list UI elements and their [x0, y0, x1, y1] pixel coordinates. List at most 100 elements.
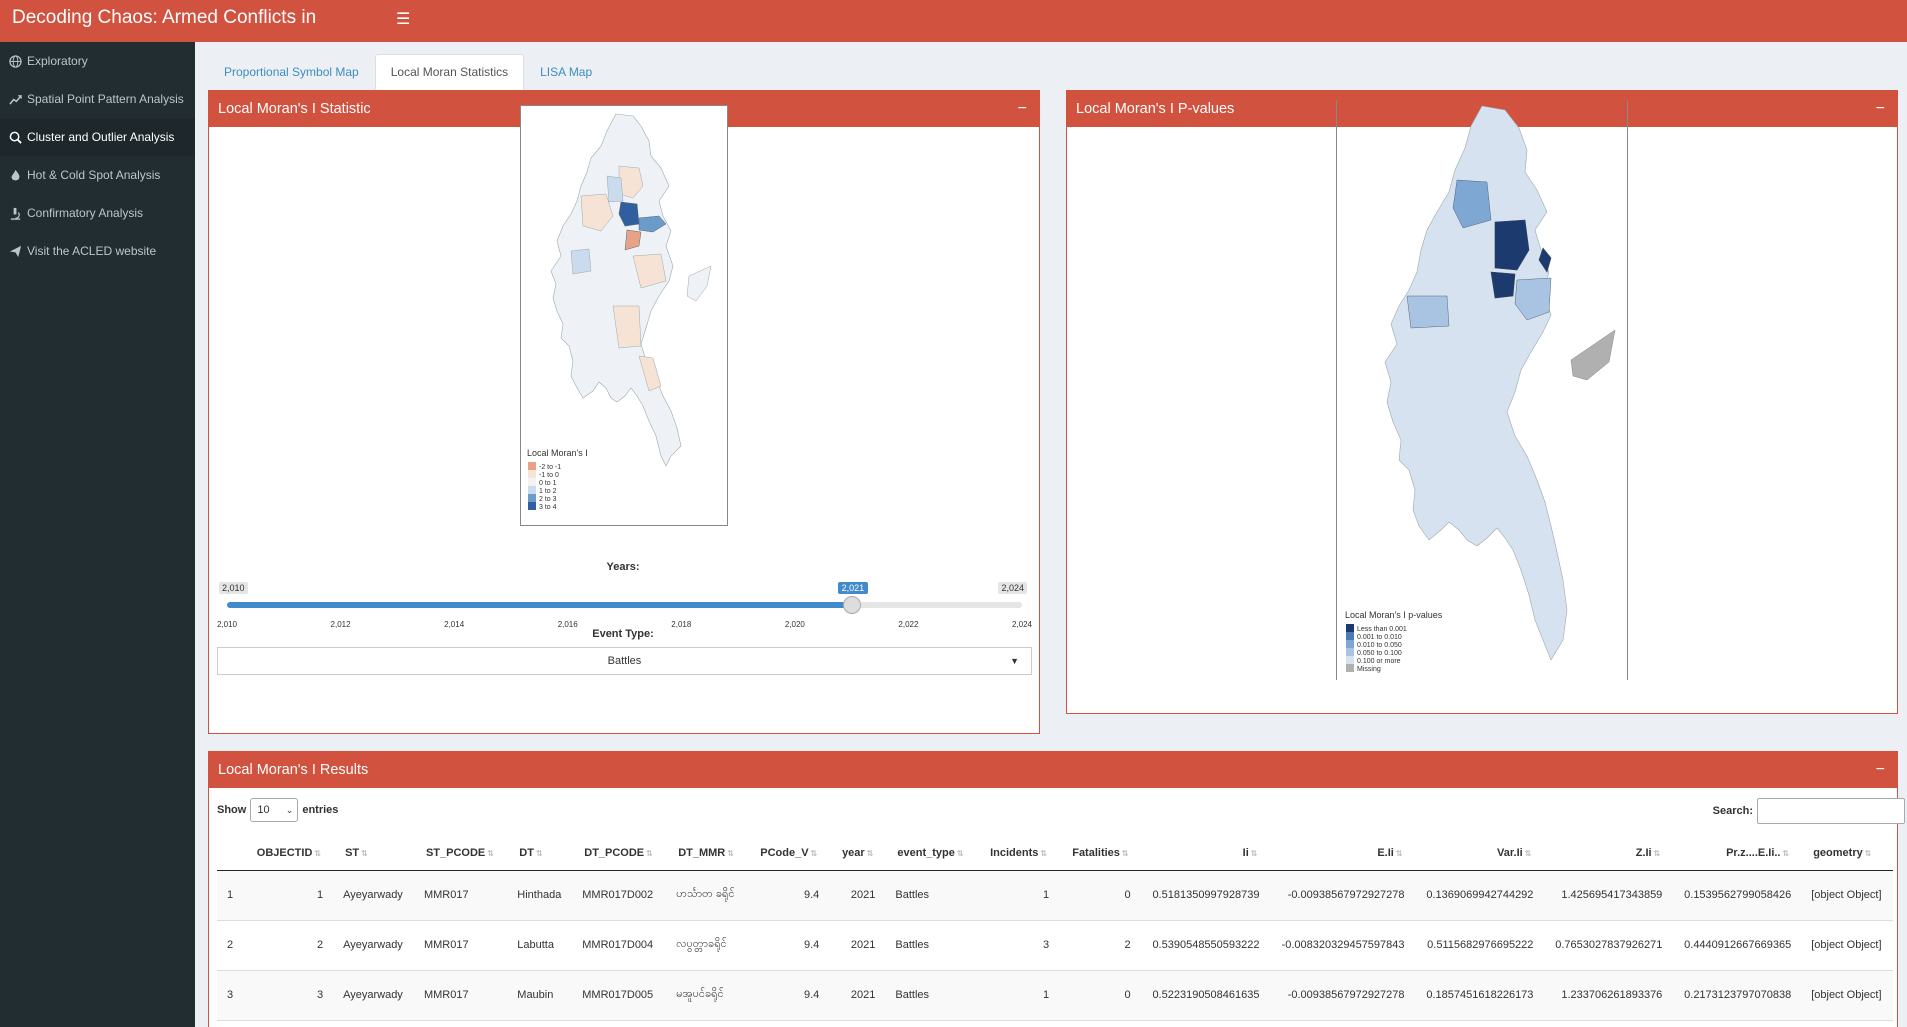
- column-header[interactable]: Incidents ⇅: [976, 836, 1060, 871]
- year-slider[interactable]: Years: 2,010 2,024 2,021 2,010 2,012 2,014…: [217, 561, 1032, 631]
- column-header[interactable]: Fatalities ⇅: [1059, 836, 1141, 871]
- column-header[interactable]: E.Ii ⇅: [1269, 836, 1415, 871]
- slider-label: Years:: [606, 561, 640, 573]
- legend-entry: Less than 0.001: [1357, 626, 1407, 633]
- hamburger-menu-icon[interactable]: ☰: [396, 9, 410, 29]
- table-cell: 0.4440912667669365: [1672, 920, 1802, 971]
- column-header-label: PCode_V: [760, 846, 809, 859]
- table-cell: 9.4: [747, 970, 830, 1021]
- legend-swatch: [1346, 656, 1354, 664]
- map-region: [570, 248, 592, 275]
- slider-fill: [227, 602, 852, 608]
- legend-entry: 0.100 or more: [1357, 658, 1401, 665]
- entries-select[interactable]: 10 ⌄: [250, 798, 299, 822]
- table-cell: Battles: [885, 920, 977, 971]
- column-header[interactable]: year ⇅: [829, 836, 886, 871]
- app-title: Decoding Chaos: Armed Conflicts in Myanm…: [12, 7, 317, 64]
- table-cell: 1.233706261893376: [1543, 970, 1673, 1021]
- table-row[interactable]: 2 2 Ayeyarwady MMR017 Labutta MMR017D004 လပွတ္…: [217, 920, 1893, 971]
- column-header-label: year: [842, 846, 865, 859]
- table-cell: [object Object]: [1801, 870, 1893, 921]
- column-header-label: geometry: [1813, 846, 1863, 859]
- collapse-button[interactable]: −: [1876, 91, 1885, 127]
- legend-entry: -2 to -1: [539, 464, 561, 471]
- column-header[interactable]: geometry ⇅: [1801, 836, 1893, 871]
- column-header[interactable]: Pr.z....E.Ii.. ⇅: [1672, 836, 1802, 871]
- column-header-label: ST_PCODE: [425, 846, 486, 859]
- column-header[interactable]: OBJECTID ⇅: [243, 836, 334, 871]
- sidebar-item-acled-website[interactable]: Visit the ACLED website: [0, 232, 195, 270]
- sort-icon[interactable]: ⇅: [811, 849, 818, 858]
- sort-icon[interactable]: ⇅: [1122, 849, 1129, 858]
- search-input[interactable]: [1757, 798, 1905, 824]
- sort-icon[interactable]: ⇅: [536, 849, 543, 858]
- event-type-select[interactable]: Battles ▼: [217, 647, 1032, 675]
- table-row[interactable]: 3 3 Ayeyarwady MMR017 Maubin MMR017D005 မအူပင်…: [217, 970, 1893, 1021]
- sort-icon[interactable]: ⇅: [361, 849, 368, 858]
- sort-icon[interactable]: ⇅: [957, 849, 964, 858]
- sort-icon[interactable]: ⇅: [867, 849, 874, 858]
- table-row[interactable]: 1 1 Ayeyarwady MMR017 Hinthada MMR017D002 ဟင်္…: [217, 870, 1893, 921]
- column-header-label: Z.Ii: [1635, 846, 1652, 859]
- sort-icon[interactable]: ⇅: [646, 849, 653, 858]
- sidebar-item-confirmatory[interactable]: Confirmatory Analysis: [0, 194, 195, 232]
- sort-icon[interactable]: ⇅: [314, 849, 321, 858]
- sidebar-item-cluster-outlier[interactable]: Cluster and Outlier Analysis: [0, 118, 195, 156]
- sort-icon[interactable]: ⇅: [1396, 849, 1403, 858]
- sidebar-item-hot-cold-spot[interactable]: Hot & Cold Spot Analysis: [0, 156, 195, 194]
- top-navbar: Decoding Chaos: Armed Conflicts in Myanm…: [0, 0, 1907, 64]
- legend-entry: 0.010 to 0.050: [1357, 642, 1402, 649]
- column-header[interactable]: event_type ⇅: [885, 836, 977, 871]
- table-cell: 0.1539562799058426: [1672, 870, 1802, 921]
- table-controls: Show 10 ⌄ entries Search:: [217, 790, 1907, 824]
- map-region: [550, 113, 682, 467]
- table-cell: [object Object]: [1801, 970, 1893, 1021]
- search-location-icon: [9, 131, 22, 144]
- collapse-button[interactable]: −: [1876, 752, 1885, 788]
- table-cell: 1: [217, 870, 244, 921]
- column-header[interactable]: Z.Ii ⇅: [1543, 836, 1673, 871]
- table-cell: -0.008320329457597843: [1269, 920, 1415, 971]
- sort-icon[interactable]: ⇅: [1251, 849, 1258, 858]
- tab-lisa-map[interactable]: LISA Map: [524, 54, 608, 90]
- myanmar-map-local-moran: Local Moran's I -2 to -1 -1 to 0 0 to 1 …: [527, 113, 712, 511]
- sidebar-item-label: Exploratory: [27, 54, 88, 68]
- table-cell: 0.1857451618226173: [1414, 970, 1544, 1021]
- legend-entry: -1 to 0: [539, 472, 559, 479]
- search-label: Search:: [1712, 805, 1753, 817]
- tab-local-moran-statistics[interactable]: Local Moran Statistics: [374, 54, 525, 90]
- column-header[interactable]: ST_PCODE ⇅: [413, 836, 508, 871]
- table-cell: 1: [976, 870, 1060, 921]
- column-header[interactable]: ST ⇅: [333, 836, 414, 871]
- sidebar-item-spatial-point-pattern[interactable]: Spatial Point Pattern Analysis: [0, 80, 195, 118]
- slider-handle[interactable]: [842, 596, 861, 614]
- column-header[interactable]: [217, 836, 244, 871]
- column-header[interactable]: DT ⇅: [507, 836, 573, 871]
- column-header[interactable]: Ii ⇅: [1140, 836, 1270, 871]
- sort-icon[interactable]: ⇅: [1525, 849, 1532, 858]
- column-header[interactable]: DT_PCODE ⇅: [572, 836, 667, 871]
- map-legend: -2 to -1 -1 to 0 0 to 1 1 to 2 2 to 3 3 …: [528, 462, 561, 511]
- legend-entry: 2 to 3: [539, 496, 557, 503]
- sort-icon[interactable]: ⇅: [1654, 849, 1661, 858]
- sort-icon[interactable]: ⇅: [1040, 849, 1047, 858]
- table-cell: မအူပင်ခရိုင်: [666, 970, 748, 1021]
- column-header[interactable]: Var.Ii ⇅: [1414, 836, 1544, 871]
- table-cell: 3: [976, 920, 1060, 971]
- panel-title: Local Moran's I P-values: [1076, 101, 1235, 117]
- sort-icon[interactable]: ⇅: [487, 849, 494, 858]
- sort-icon[interactable]: ⇅: [727, 849, 734, 858]
- sidebar-item-exploratory[interactable]: Exploratory: [0, 42, 195, 80]
- table-cell: 3: [243, 970, 334, 1021]
- myanmar-map-pvalues: Local Moran's I p-values Less than 0.001…: [1345, 105, 1616, 673]
- legend-swatch: [1346, 640, 1354, 648]
- column-header[interactable]: PCode_V ⇅: [747, 836, 830, 871]
- column-header-label: DT: [519, 846, 534, 859]
- slider-track[interactable]: [227, 596, 1022, 614]
- sort-icon[interactable]: ⇅: [1865, 849, 1872, 858]
- column-header[interactable]: DT_MMR ⇅: [666, 836, 748, 871]
- tab-proportional-symbol-map[interactable]: Proportional Symbol Map: [208, 54, 375, 90]
- collapse-button[interactable]: −: [1018, 91, 1027, 127]
- sort-icon[interactable]: ⇅: [1783, 849, 1790, 858]
- sidebar-item-label: Hot & Cold Spot Analysis: [27, 168, 161, 182]
